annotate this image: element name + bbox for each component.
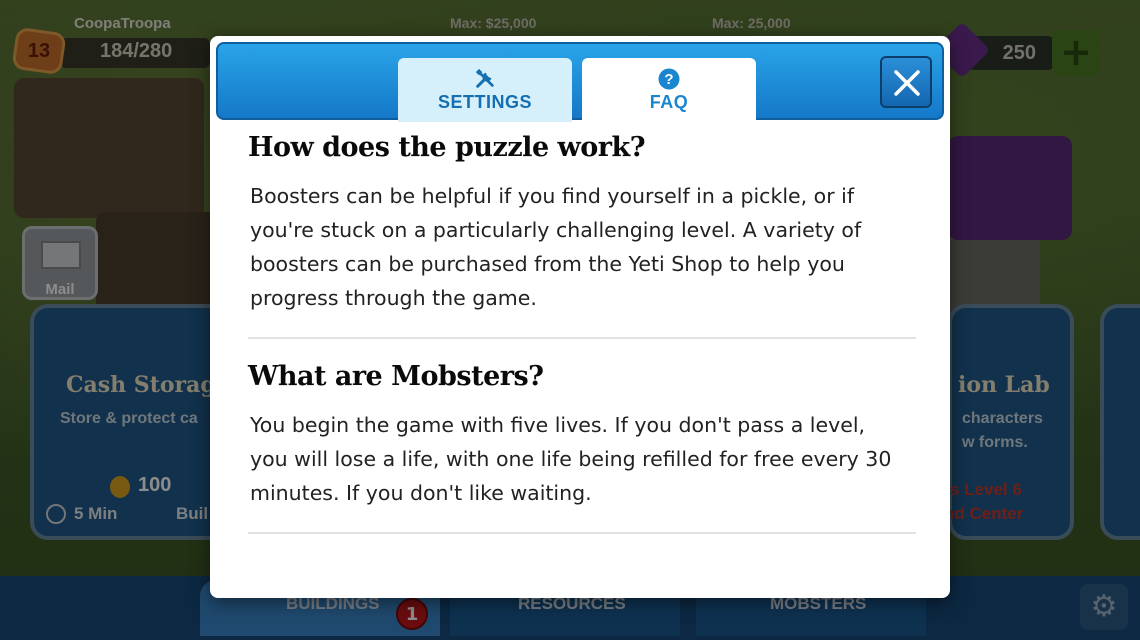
- faq-answer: Boosters can be helpful if you find your…: [250, 184, 862, 310]
- close-icon: [894, 70, 920, 96]
- faq-answer: You begin the game with five lives. If y…: [250, 413, 892, 505]
- svg-text:?: ?: [664, 71, 673, 88]
- wrench-screwdriver-icon: [475, 68, 494, 88]
- tab-settings-label: SETTINGS: [437, 92, 532, 112]
- faq-modal: SETTINGS ? FAQ How does the puzzle work?…: [210, 36, 950, 598]
- faq-item: How does the puzzle work? Boosters can b…: [248, 132, 916, 339]
- faq-item: What are Mobsters? You begin the game wi…: [248, 361, 916, 534]
- modal-header: SETTINGS ? FAQ: [216, 42, 944, 124]
- tab-faq[interactable]: ? FAQ: [582, 58, 756, 124]
- close-button[interactable]: [880, 56, 932, 108]
- faq-question: What are Mobsters?: [248, 361, 544, 392]
- question-mark-icon: ?: [658, 68, 680, 90]
- tab-settings[interactable]: SETTINGS: [398, 58, 572, 122]
- faq-list: How does the puzzle work? Boosters can b…: [248, 132, 916, 556]
- faq-question: How does the puzzle work?: [248, 132, 646, 163]
- tab-faq-label: FAQ: [649, 92, 689, 112]
